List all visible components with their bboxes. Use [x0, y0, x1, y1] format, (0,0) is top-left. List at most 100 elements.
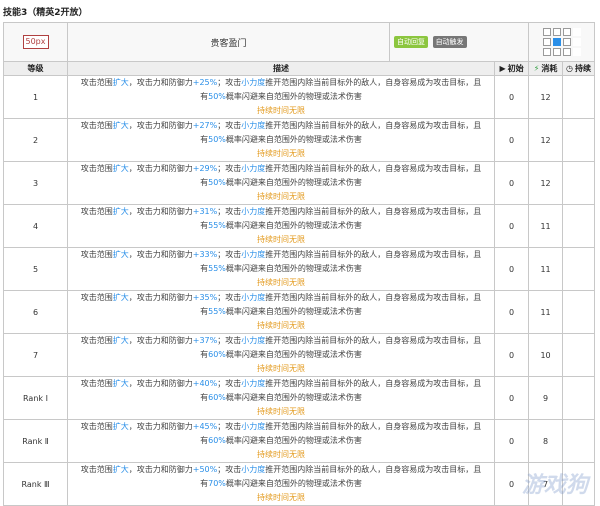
- level-cell: 3: [3, 161, 68, 205]
- table-row: 3 攻击范围扩大，攻击力和防御力+29%；攻击小力度推开范围内除当前目标外的敌人，…: [3, 161, 596, 205]
- desc-text: ，攻击力和防御力: [128, 250, 193, 259]
- desc-text: ，攻击力和防御力: [128, 379, 193, 388]
- desc-dodge-value: 55%: [208, 221, 226, 230]
- desc-text: 概率闪避来自范围外的物理或法术伤害: [225, 92, 362, 101]
- level-cell: Rank Ⅰ: [3, 376, 68, 420]
- desc-dodge-value: 70%: [208, 479, 226, 488]
- desc-text: 概率闪避来自范围外的物理或法术伤害: [225, 479, 362, 488]
- col-duration-label: 持续: [575, 64, 592, 73]
- desc-atk-value: +33%: [192, 250, 218, 259]
- desc-text: 推开范围内除当前目标外的敌人，自身容易成为攻击目标，且: [265, 78, 482, 87]
- desc-text: ；攻击: [217, 78, 242, 87]
- desc-text: ；攻击: [217, 379, 242, 388]
- table-row: 1 攻击范围扩大，攻击力和防御力+25%；攻击小力度推开范围内除当前目标外的敌人，…: [3, 75, 596, 119]
- desc-highlight: 扩大: [112, 422, 129, 431]
- range-cell: [552, 48, 561, 56]
- desc-highlight: 小力度: [241, 121, 266, 130]
- desc-highlight: 扩大: [112, 164, 129, 173]
- desc-atk-value: +25%: [192, 78, 218, 87]
- duration-cell: [562, 75, 596, 119]
- description-cell: 攻击范围扩大，攻击力和防御力+29%；攻击小力度推开范围内除当前目标外的敌人，自…: [66, 161, 496, 205]
- desc-text: ；攻击: [217, 293, 242, 302]
- desc-dodge-value: 55%: [208, 307, 226, 316]
- level-cell: 4: [3, 204, 68, 248]
- desc-text: 概率闪避来自范围外的物理或法术伤害: [225, 436, 362, 445]
- desc-text: 攻击范围: [80, 121, 113, 130]
- column-header-row: 等级 描述 ▶ 初始 ⚡ 消耗 ◷ 持续: [3, 61, 596, 76]
- description-cell: 攻击范围扩大，攻击力和防御力+25%；攻击小力度推开范围内除当前目标外的敌人，自…: [66, 75, 496, 119]
- desc-highlight: 扩大: [112, 465, 129, 474]
- desc-text: 有: [200, 178, 209, 187]
- table-row: Rank Ⅰ 攻击范围扩大，攻击力和防御力+40%；攻击小力度推开范围内除当前目标…: [3, 376, 596, 420]
- table-row: 6 攻击范围扩大，攻击力和防御力+35%；攻击小力度推开范围内除当前目标外的敌人，…: [3, 290, 596, 334]
- desc-text: 攻击范围: [80, 379, 113, 388]
- desc-atk-value: +40%: [192, 379, 218, 388]
- lightning-icon: ⚡: [533, 64, 540, 73]
- tag-auto-recovery: 自动回复: [394, 36, 429, 48]
- description-cell: 攻击范围扩大，攻击力和防御力+45%；攻击小力度推开范围内除当前目标外的敌人，自…: [66, 419, 496, 463]
- desc-atk-value: +29%: [192, 164, 218, 173]
- col-initial: ▶ 初始: [494, 61, 530, 76]
- skill-name: 贵客盈门: [66, 22, 391, 62]
- desc-text: 有: [200, 307, 209, 316]
- initial-cell: 0: [494, 118, 530, 162]
- desc-text: 攻击范围: [80, 78, 113, 87]
- desc-text: ；攻击: [217, 465, 242, 474]
- desc-text: 概率闪避来自范围外的物理或法术伤害: [225, 350, 362, 359]
- desc-text: 有: [200, 393, 209, 402]
- desc-text: 概率闪避来自范围外的物理或法术伤害: [225, 264, 362, 273]
- table-row: 5 攻击范围扩大，攻击力和防御力+33%；攻击小力度推开范围内除当前目标外的敌人，…: [3, 247, 596, 291]
- desc-text: 推开范围内除当前目标外的敌人，自身容易成为攻击目标，且: [265, 121, 482, 130]
- desc-highlight: 小力度: [241, 336, 266, 345]
- desc-text: 推开范围内除当前目标外的敌人，自身容易成为攻击目标，且: [265, 207, 482, 216]
- level-cell: 2: [3, 118, 68, 162]
- desc-atk-value: +37%: [192, 336, 218, 345]
- desc-text: 攻击范围: [80, 207, 113, 216]
- desc-highlight: 小力度: [241, 78, 266, 87]
- desc-text: 推开范围内除当前目标外的敌人，自身容易成为攻击目标，且: [265, 336, 482, 345]
- desc-atk-value: +31%: [192, 207, 218, 216]
- desc-text: 攻击范围: [80, 336, 113, 345]
- cost-cell: 8: [528, 419, 564, 463]
- desc-text: ，攻击力和防御力: [128, 336, 193, 345]
- level-cell: Rank Ⅲ: [3, 462, 68, 506]
- desc-duration: 持续时间无限: [257, 364, 305, 373]
- desc-dodge-value: 50%: [208, 178, 226, 187]
- cost-cell: 10: [528, 333, 564, 377]
- cost-cell: 11: [528, 247, 564, 291]
- tag-auto-trigger: 自动触发: [432, 36, 467, 48]
- desc-highlight: 小力度: [241, 207, 266, 216]
- desc-text: ；攻击: [217, 121, 242, 130]
- description-cell: 攻击范围扩大，攻击力和防御力+40%；攻击小力度推开范围内除当前目标外的敌人，自…: [66, 376, 496, 420]
- col-cost: ⚡ 消耗: [528, 61, 564, 76]
- range-self-cell: [552, 38, 561, 46]
- desc-text: ；攻击: [217, 207, 242, 216]
- desc-duration: 持续时间无限: [257, 192, 305, 201]
- desc-highlight: 小力度: [241, 422, 266, 431]
- desc-text: 有: [200, 264, 209, 273]
- desc-text: ，攻击力和防御力: [128, 78, 193, 87]
- duration-cell: [562, 333, 596, 377]
- desc-text: 推开范围内除当前目标外的敌人，自身容易成为攻击目标，且: [265, 250, 482, 259]
- cost-cell: 12: [528, 118, 564, 162]
- duration-cell: [562, 419, 596, 463]
- desc-text: 概率闪避来自范围外的物理或法术伤害: [225, 135, 362, 144]
- range-cell: [552, 28, 561, 36]
- description-cell: 攻击范围扩大，攻击力和防御力+35%；攻击小力度推开范围内除当前目标外的敌人，自…: [66, 290, 496, 334]
- desc-duration: 持续时间无限: [257, 407, 305, 416]
- description-cell: 攻击范围扩大，攻击力和防御力+37%；攻击小力度推开范围内除当前目标外的敌人，自…: [66, 333, 496, 377]
- skill-caption: 技能3（精英2开放）: [3, 8, 88, 18]
- level-cell: 6: [3, 290, 68, 334]
- initial-cell: 0: [494, 161, 530, 205]
- desc-duration: 持续时间无限: [257, 149, 305, 158]
- desc-text: 有: [200, 221, 209, 230]
- skill-table: 50px 贵客盈门 自动回复 自动触发 等级 描述 ▶ 初始 ⚡ 消耗 ◷ 持续 1攻…: [3, 22, 596, 506]
- desc-duration: 持续时间无限: [257, 235, 305, 244]
- desc-duration: 持续时间无限: [257, 106, 305, 115]
- range-cell: [562, 28, 571, 36]
- initial-cell: 0: [494, 333, 530, 377]
- range-cell: [562, 38, 571, 46]
- desc-text: 攻击范围: [80, 422, 113, 431]
- col-initial-label: 初始: [507, 64, 524, 73]
- desc-text: 推开范围内除当前目标外的敌人，自身容易成为攻击目标，且: [265, 164, 482, 173]
